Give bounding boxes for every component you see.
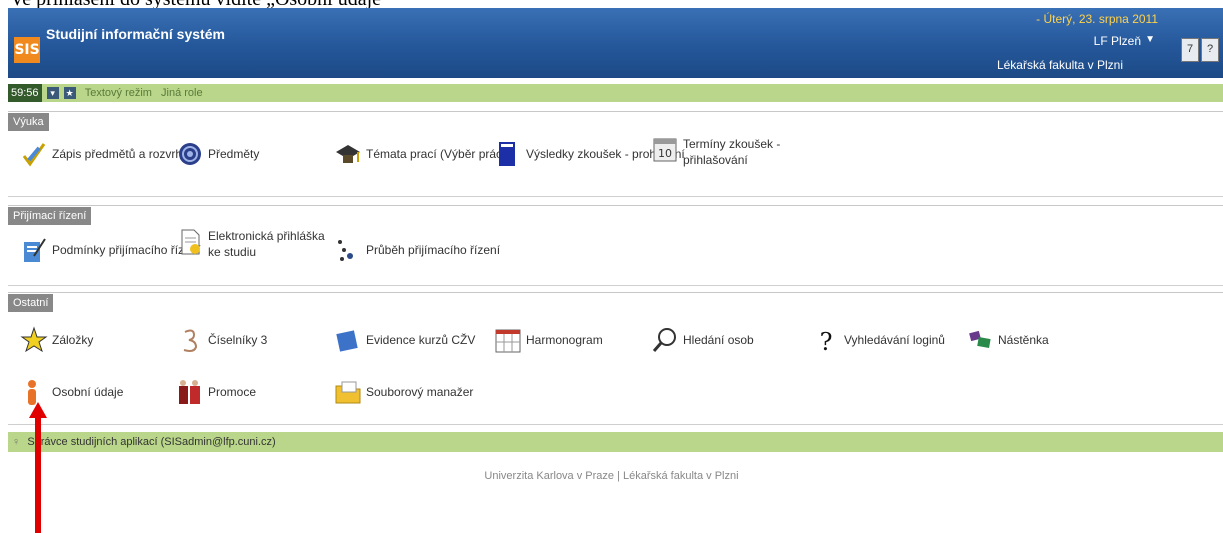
module-enrollment[interactable]: Zápis předmětů a rozvrhu xyxy=(20,140,189,168)
knot-icon xyxy=(179,143,201,165)
module-admission-progress[interactable]: Průběh přijímacího řízení xyxy=(334,236,500,264)
module-label[interactable]: Harmonogram xyxy=(526,332,603,348)
section-divider xyxy=(8,424,1223,425)
module-e-application[interactable]: Elektronická přihláška ke studiu xyxy=(176,228,328,260)
section-prijimaci: Přijímací řízení xyxy=(8,205,1223,225)
module-schedule[interactable]: Harmonogram xyxy=(494,326,603,354)
folder-icon xyxy=(335,381,361,404)
magnifier-icon xyxy=(652,328,676,352)
module-label[interactable]: Zápis předmětů a rozvrhu xyxy=(52,146,189,162)
help-icon[interactable]: ? xyxy=(1201,38,1219,62)
module-label[interactable]: Průběh přijímacího řízení xyxy=(366,242,500,258)
folder-blue-icon xyxy=(336,330,358,352)
star-icon[interactable]: ★ xyxy=(63,87,76,100)
faculty-selector[interactable]: LF Plzeň xyxy=(1094,34,1141,48)
svg-text:10: 10 xyxy=(658,147,672,160)
module-graduation[interactable]: Promoce xyxy=(176,378,256,406)
graduation-cap-icon xyxy=(336,145,360,163)
app-title: Studijní informační systém xyxy=(46,26,225,42)
document-icon xyxy=(181,229,200,255)
module-thesis-topics[interactable]: Témata prací (Výběr práce) xyxy=(334,140,513,168)
calendar-icon[interactable]: 7 xyxy=(1181,38,1199,62)
book-icon xyxy=(499,142,515,166)
faculty-name: Lékařská fakulta v Plzni xyxy=(996,58,1123,72)
question-mark-icon: ? xyxy=(820,328,833,354)
footer-text: Univerzita Karlova v Praze | Lékařská fa… xyxy=(484,470,739,482)
lightbulb-icon: ♀ xyxy=(12,436,21,448)
star-burst-icon xyxy=(20,326,48,353)
chevron-down-icon[interactable]: ▼ xyxy=(1145,34,1155,45)
section-vyuka: Výuka xyxy=(8,111,1223,131)
module-file-manager[interactable]: Souborový manažer xyxy=(334,378,473,406)
toolbar: 59:56 ▾ ★ Textový režim Jiná role xyxy=(8,84,1223,102)
session-timer: 59:56 xyxy=(8,84,42,102)
module-exam-dates[interactable]: 10 Termíny zkoušek - přihlašování xyxy=(651,136,783,168)
calendar-grid-icon xyxy=(495,329,521,353)
sis-logo[interactable]: SIS xyxy=(14,37,40,63)
module-cce-records[interactable]: Evidence kurzů CŽV xyxy=(334,326,475,354)
admin-contact-link[interactable]: Správce studijních aplikací (SISadmin@lf… xyxy=(27,436,275,448)
figure-three-icon xyxy=(183,329,198,352)
module-label[interactable]: Vyhledávání loginů xyxy=(844,332,945,348)
admin-contact-bar: ♀ Správce studijních aplikací (SISadmin@… xyxy=(8,432,1223,452)
current-date: - Úterý, 23. srpna 2011 xyxy=(1036,12,1158,26)
module-label[interactable]: Témata prací (Výběr práce) xyxy=(366,146,513,162)
section-ostatni: Ostatní xyxy=(8,292,1223,312)
module-label[interactable]: Hledání osob xyxy=(683,332,754,348)
module-label[interactable]: Souborový manažer xyxy=(366,384,473,400)
module-login-search[interactable]: ? Vyhledávání loginů xyxy=(812,326,945,354)
clipboard-pen-icon xyxy=(24,238,46,262)
section-divider xyxy=(8,196,1223,197)
module-label[interactable]: Nástěnka xyxy=(998,332,1049,348)
module-label[interactable]: Záložky xyxy=(52,332,93,348)
module-codebooks[interactable]: Číselníky 3 xyxy=(176,326,267,354)
section-divider xyxy=(8,285,1223,286)
dice-icon xyxy=(338,240,353,261)
module-person-search[interactable]: Hledání osob xyxy=(651,326,754,354)
other-role-link[interactable]: Jiná role xyxy=(161,87,203,99)
app-header: SIS Studijní informační systém - Úterý, … xyxy=(8,8,1223,78)
logout-icon[interactable]: ▾ xyxy=(46,87,59,100)
section-title: Přijímací řízení xyxy=(8,207,92,225)
module-label[interactable]: Předměty xyxy=(208,146,259,162)
red-arrow-annotation xyxy=(29,402,47,533)
module-noticeboard[interactable]: Nástěnka xyxy=(966,326,1049,354)
section-title: Ostatní xyxy=(8,294,54,312)
notes-icon xyxy=(969,330,991,348)
module-label[interactable]: Číselníky 3 xyxy=(208,332,267,348)
section-title: Výuka xyxy=(8,113,49,131)
module-label[interactable]: Elektronická přihláška ke studiu xyxy=(208,228,328,260)
module-label[interactable]: Osobní údaje xyxy=(52,384,123,400)
module-subjects[interactable]: Předměty xyxy=(176,140,259,168)
module-bookmarks[interactable]: Záložky xyxy=(20,326,93,354)
calendar-page-icon: 10 xyxy=(653,138,677,162)
module-label[interactable]: Termíny zkoušek - přihlašování xyxy=(683,136,783,168)
module-label[interactable]: Promoce xyxy=(208,384,256,400)
svg-text:?: ? xyxy=(820,328,833,354)
graduation-people-icon xyxy=(179,380,200,404)
pencil-check-icon xyxy=(22,143,46,167)
module-admission-conditions[interactable]: Podmínky přijímacího řízení xyxy=(20,236,201,264)
text-mode-link[interactable]: Textový režim xyxy=(85,87,152,99)
module-label[interactable]: Evidence kurzů CŽV xyxy=(366,332,475,348)
